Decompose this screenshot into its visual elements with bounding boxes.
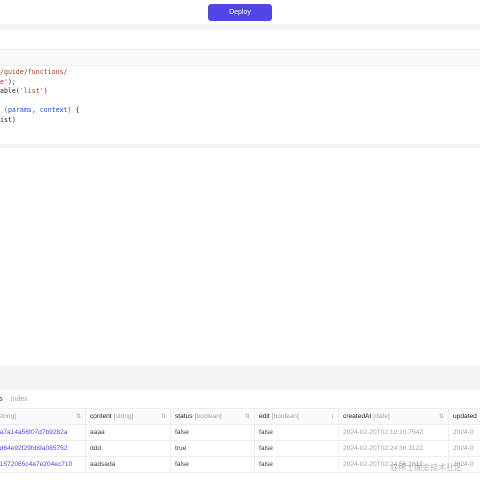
output-panel bbox=[0, 148, 480, 366]
cell-value: 2024-0 bbox=[453, 445, 474, 452]
column-name: status bbox=[175, 413, 193, 420]
cell-value: 2024-02-20T02:12:10.754Z bbox=[343, 429, 424, 436]
code-token: e' bbox=[0, 77, 8, 86]
editor-tab-bar bbox=[0, 50, 480, 66]
code-area[interactable]: /guide/functions/e'); able('list') (param… bbox=[0, 66, 480, 135]
editor-toolbar bbox=[0, 30, 480, 50]
column-name: edit bbox=[259, 413, 270, 420]
table-cell[interactable]: false bbox=[255, 441, 339, 456]
table-cell[interactable]: 2024-0 bbox=[449, 441, 480, 456]
table-cell[interactable]: false bbox=[171, 457, 255, 472]
record-id-link[interactable]: 0d64e92f29bb9a085752 bbox=[0, 445, 68, 452]
tab-index[interactable]: Index bbox=[11, 396, 28, 403]
table-row[interactable]: 0d64e92f29bb9a085752 ddd true false 2024-02-… bbox=[0, 441, 480, 457]
table-cell[interactable]: 0a7a14a56f07d7b9282a bbox=[0, 425, 86, 440]
code-line: ist) bbox=[0, 116, 480, 126]
cell-value: false bbox=[259, 429, 273, 436]
code-token: able( bbox=[0, 87, 20, 96]
watermark: @稀土掘金技术社区 bbox=[390, 463, 463, 472]
column-name: updated bbox=[453, 413, 477, 420]
cell-value: false bbox=[259, 461, 273, 468]
record-id-link[interactable]: 31572065c4a7e204ec710 bbox=[0, 461, 72, 468]
deploy-button[interactable]: Deploy bbox=[208, 4, 272, 21]
column-header[interactable]: content [string] ⇅ bbox=[86, 409, 171, 424]
cell-value: false bbox=[175, 429, 189, 436]
code-token: ) bbox=[43, 87, 48, 96]
cell-value: aadsada bbox=[90, 461, 116, 468]
code-editor-panel[interactable]: /guide/functions/e'); able('list') (param… bbox=[0, 30, 480, 144]
tab-records[interactable]: s bbox=[0, 396, 3, 403]
code-token: 'list' bbox=[19, 87, 44, 96]
sort-icon[interactable]: ⇅ bbox=[439, 413, 444, 420]
sort-icon[interactable]: ⇅ bbox=[76, 413, 81, 420]
column-header[interactable]: createdAt [date] ⇅ bbox=[339, 409, 449, 424]
cell-value: ddd bbox=[90, 445, 102, 452]
cell-value: 2024-0 bbox=[453, 429, 474, 436]
column-name: createdAt bbox=[343, 413, 372, 420]
code-line: able('list') bbox=[0, 87, 480, 97]
code-token: { bbox=[71, 106, 80, 115]
cell-value: true bbox=[175, 445, 187, 452]
app-window: Deploy /guide/functions/e'); able('list')… bbox=[0, 0, 480, 480]
table-row[interactable]: 0a7a14a56f07d7b9282a aaaa false false 2024-0… bbox=[0, 425, 480, 441]
table-cell[interactable]: 2024-02-20T02:12:10.754Z bbox=[339, 425, 449, 440]
cell-value: false bbox=[259, 445, 273, 452]
column-name: content bbox=[90, 413, 112, 420]
column-header[interactable]: edit [boolean] ↓ bbox=[255, 409, 339, 424]
table-header: string]⇅content[string]⇅status[boolean]⇅… bbox=[0, 408, 480, 425]
column-header[interactable]: string] ⇅ bbox=[0, 409, 86, 424]
column-header[interactable]: status [boolean] ⇅ bbox=[171, 409, 255, 424]
table-cell[interactable]: false bbox=[171, 425, 255, 440]
table-cell[interactable]: aaaa bbox=[86, 425, 171, 440]
column-type: [boolean] bbox=[271, 413, 299, 420]
cell-value: false bbox=[175, 461, 189, 468]
code-token: (params, context) bbox=[3, 106, 72, 115]
column-type: [date] bbox=[373, 413, 390, 420]
table-cell[interactable]: aadsada bbox=[86, 457, 171, 472]
table-cell[interactable]: false bbox=[255, 425, 339, 440]
code-line: /guide/functions/ bbox=[0, 68, 480, 78]
sort-icon[interactable]: ↓ bbox=[331, 414, 334, 420]
code-line: (params, context) { bbox=[0, 106, 480, 116]
table-cell[interactable]: 31572065c4a7e204ec710 bbox=[0, 457, 86, 472]
table-cell[interactable]: false bbox=[255, 457, 339, 472]
table-cell[interactable]: 2024-02-20T02:24:36.312Z bbox=[339, 441, 449, 456]
record-id-link[interactable]: 0a7a14a56f07d7b9282a bbox=[0, 429, 68, 436]
code-token: ); bbox=[7, 77, 16, 86]
top-bar: Deploy bbox=[0, 0, 480, 24]
sort-icon[interactable]: ⇅ bbox=[245, 413, 250, 420]
table-cell[interactable]: 0d64e92f29bb9a085752 bbox=[0, 441, 86, 456]
table-cell[interactable]: ddd bbox=[86, 441, 171, 456]
column-type: [string] bbox=[113, 413, 134, 420]
code-token: ist) bbox=[0, 115, 16, 124]
code-token: /guide/functions/ bbox=[0, 68, 68, 76]
code-line: e'); bbox=[0, 78, 480, 88]
column-type: [boolean] bbox=[194, 413, 222, 420]
sort-icon[interactable]: ⇅ bbox=[161, 413, 166, 420]
cell-value: aaaa bbox=[90, 429, 105, 436]
column-header[interactable]: updated bbox=[449, 409, 480, 424]
column-type: string] bbox=[0, 413, 16, 420]
cell-value: 2024-02-20T02:24:36.312Z bbox=[343, 445, 424, 452]
table-cell[interactable]: 2024-0 bbox=[449, 425, 480, 440]
data-tabs: s Index bbox=[0, 390, 480, 408]
table-cell[interactable]: true bbox=[171, 441, 255, 456]
